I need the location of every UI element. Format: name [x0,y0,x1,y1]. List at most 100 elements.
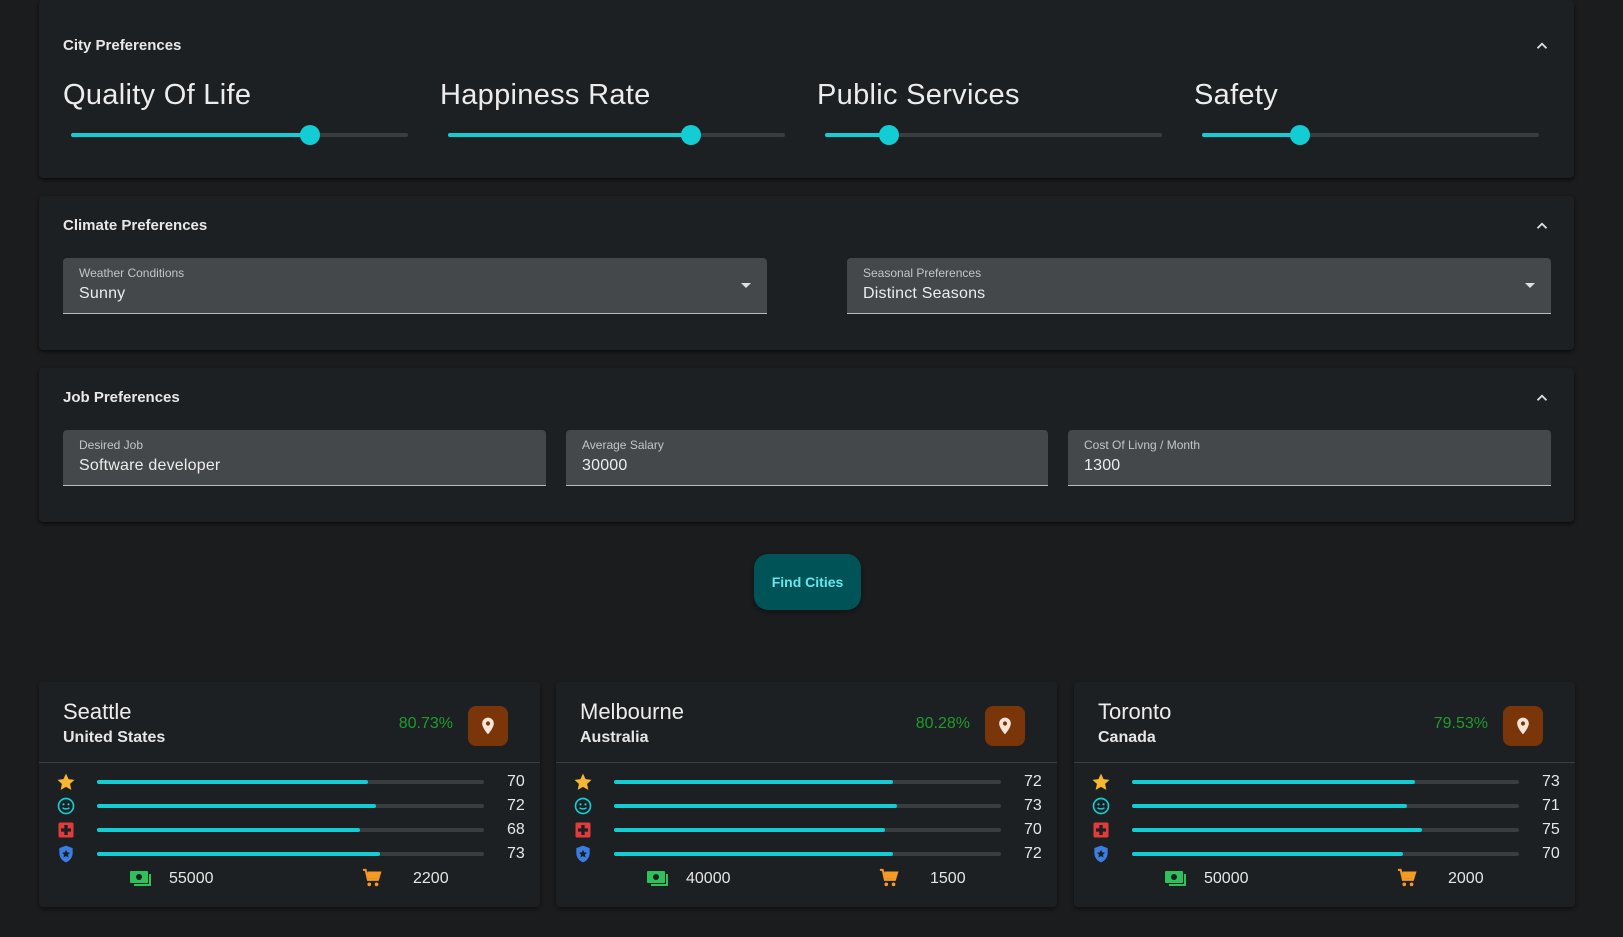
climate-preferences-collapse-button[interactable] [1530,214,1554,238]
country-name: Canada [1098,729,1156,746]
city-result-card: Melbourne Australia 80.28% 72 73 70 72 4… [556,682,1057,907]
safety-slider[interactable] [1202,125,1539,145]
shield-star-icon [576,845,590,863]
salary-value: 40000 [686,870,731,887]
cost-value: 2000 [1448,870,1484,887]
health-bar [614,828,1001,832]
city-name: Melbourne [580,699,684,724]
health-row: 70 [573,818,1042,842]
smiley-icon [57,797,75,815]
happiness-row: 71 [1091,794,1560,818]
health-value: 68 [507,821,525,838]
bar-fill [614,804,897,808]
slider-fill [448,133,691,137]
medical-cross-icon [58,822,74,838]
safety-row: 70 [1091,842,1560,866]
city-name: Seattle [63,699,132,724]
happiness-rate-slider[interactable] [448,125,785,145]
city-preferences-panel: City Preferences Quality Of Life Happine… [39,0,1574,178]
cost-of-living-input[interactable]: Cost Of Livng / Month 1300 [1068,430,1551,486]
safety-bar [1132,852,1519,856]
quality-of-life-bar [1132,780,1519,784]
find-cities-button[interactable]: Find Cities [754,554,861,610]
weather-conditions-value: Sunny [79,285,126,302]
bar-fill [1132,804,1407,808]
public-services-label: Public Services [817,79,1020,111]
happiness-value: 72 [507,797,525,814]
map-button[interactable] [468,706,508,746]
climate-preferences-title: Climate Preferences [63,217,208,234]
card-divider [39,762,540,763]
quality-of-life-slider[interactable] [71,125,408,145]
desired-job-input[interactable]: Desired Job Software developer [63,430,546,486]
quality-of-life-value: 73 [1542,773,1560,790]
safety-row: 72 [573,842,1042,866]
medical-cross-icon [575,822,591,838]
shield-star-icon [59,845,73,863]
city-preferences-collapse-button[interactable] [1530,34,1554,58]
health-bar [1132,828,1519,832]
cost-value: 1500 [930,870,966,887]
map-button[interactable] [985,706,1025,746]
shield-star-icon [1094,845,1108,863]
match-percentage: 79.53% [1433,715,1488,732]
safety-value: 70 [1542,845,1560,862]
quality-of-life-row: 70 [56,770,525,794]
health-row: 75 [1091,818,1560,842]
country-name: United States [63,729,166,746]
happiness-bar [97,804,484,808]
quality-of-life-slider-group: Quality Of Life [63,79,408,174]
cost-value: 2200 [413,870,449,887]
card-divider [556,762,1057,763]
map-button[interactable] [1503,706,1543,746]
job-preferences-title: Job Preferences [63,389,180,406]
safety-bar [614,852,1001,856]
quality-of-life-bar [614,780,1001,784]
desired-job-value: Software developer [79,457,221,474]
average-salary-input[interactable]: Average Salary 30000 [566,430,1048,486]
quality-of-life-row: 72 [573,770,1042,794]
city-name: Toronto [1098,699,1172,724]
dropdown-arrow-icon [1525,283,1535,288]
bar-fill [97,828,361,832]
map-pin-icon [999,717,1011,735]
weather-conditions-select[interactable]: Weather Conditions Sunny [63,258,767,314]
chevron-up-icon [1536,222,1548,229]
cart-icon [362,868,382,887]
health-value: 70 [1024,821,1042,838]
star-icon [574,773,592,790]
safety-bar [97,852,484,856]
slider-fill [1202,133,1300,137]
map-pin-icon [1517,717,1529,735]
slider-thumb[interactable] [680,125,701,145]
bar-fill [97,852,380,856]
match-percentage: 80.28% [915,715,970,732]
dropdown-arrow-icon [741,283,751,288]
job-preferences-collapse-button[interactable] [1530,386,1554,410]
public-services-slider[interactable] [825,125,1162,145]
cost-of-living-label: Cost Of Livng / Month [1084,438,1201,452]
cart-icon [879,868,899,887]
quality-of-life-bar [97,780,484,784]
safety-slider-group: Safety [1194,79,1539,174]
happiness-bar [1132,804,1519,808]
slider-thumb[interactable] [879,125,900,145]
match-percentage: 80.73% [398,715,453,732]
star-icon [57,773,75,790]
average-salary-label: Average Salary [582,438,664,452]
bar-fill [1132,828,1423,832]
city-preferences-title: City Preferences [63,37,182,54]
bar-fill [1132,852,1403,856]
happiness-bar [614,804,1001,808]
bar-fill [97,780,368,784]
slider-thumb[interactable] [300,125,321,145]
seasonal-preferences-select[interactable]: Seasonal Preferences Distinct Seasons [847,258,1551,314]
slider-thumb[interactable] [1289,125,1310,145]
safety-value: 72 [1024,845,1042,862]
health-row: 68 [56,818,525,842]
climate-preferences-panel: Climate Preferences Weather Conditions S… [39,196,1574,350]
quality-of-life-value: 72 [1024,773,1042,790]
happiness-value: 73 [1024,797,1042,814]
happiness-row: 73 [573,794,1042,818]
safety-value: 73 [507,845,525,862]
